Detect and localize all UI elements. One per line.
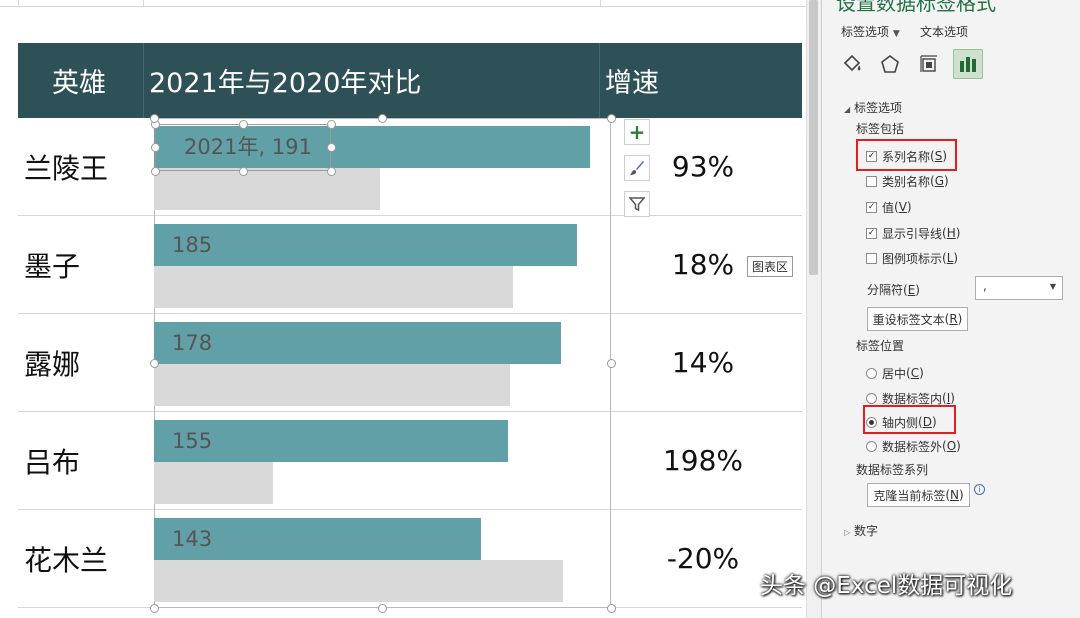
chart-filters-button[interactable] <box>624 191 650 217</box>
bar-2020[interactable] <box>154 560 563 602</box>
label-position-heading: 标签位置 <box>856 339 905 353</box>
table-header: 英雄 2021年与2020年对比 增速 <box>18 43 802 118</box>
hero-name: 墨子 <box>24 249 81 283</box>
vertical-scrollbar[interactable] <box>806 0 821 618</box>
checkbox-box[interactable]: ✓ <box>866 227 877 239</box>
data-label[interactable]: 178 <box>172 322 212 364</box>
bar-chart-icon <box>960 57 976 72</box>
label-resize-handle[interactable] <box>151 143 160 152</box>
header-compare: 2021年与2020年对比 <box>149 68 422 99</box>
data-label[interactable]: 155 <box>172 420 212 462</box>
chart-styles-button[interactable] <box>624 155 650 181</box>
pentagon-icon <box>881 55 899 73</box>
dropdown-arrow-icon: ▼ <box>1049 282 1056 291</box>
triangle-right-icon: ▷ <box>844 528 851 537</box>
data-label[interactable]: 143 <box>172 518 212 560</box>
label-contains-heading: 标签包括 <box>856 122 905 136</box>
dropdown-arrow-icon: ▼ <box>892 29 900 39</box>
clone-label-button[interactable]: 克隆当前标签(N) <box>867 483 970 507</box>
chart-area-tooltip: 图表区 <box>747 256 794 277</box>
effects-button[interactable] <box>875 49 905 79</box>
filter-icon <box>629 197 645 212</box>
header-growth: 增速 <box>605 68 659 99</box>
triangle-down-icon: ◢ <box>844 105 851 114</box>
hero-name: 露娜 <box>24 347 81 381</box>
checkbox-box[interactable] <box>866 175 877 187</box>
section-label-options[interactable]: ◢ 标签选项 <box>844 99 902 116</box>
bar-2020[interactable] <box>154 266 513 308</box>
radio-circle[interactable] <box>866 392 877 404</box>
checkbox-category-name[interactable]: 类别名称(G) <box>866 172 949 190</box>
radio-outside-end[interactable]: 数据标签外(O) <box>866 437 961 455</box>
tab-text-options[interactable]: 文本选项 <box>920 23 968 40</box>
fill-line-button[interactable] <box>837 49 867 79</box>
checkbox-box[interactable]: ✓ <box>866 201 877 213</box>
checkbox-value[interactable]: ✓ 值(V) <box>866 198 912 216</box>
brush-icon <box>630 161 644 175</box>
spreadsheet-area: 英雄 2021年与2020年对比 增速 兰陵王 93% 墨子 18% 露娜 14… <box>0 0 806 618</box>
plus-icon: + <box>628 120 646 144</box>
bar-2020[interactable] <box>154 364 510 406</box>
chart-elements-button[interactable]: + <box>624 119 650 145</box>
growth-value: 14% <box>671 346 735 379</box>
bar-2021[interactable] <box>154 224 577 266</box>
format-data-labels-pane: 设置数据标签格式 标签选项 ▼ 文本选项 ◢ 标签选项 标签包括 ✓ 系列名称(S… <box>821 0 1080 618</box>
plot-resize-handle[interactable] <box>378 114 387 123</box>
highlight-inside-base <box>863 405 956 434</box>
radio-circle[interactable] <box>866 367 877 379</box>
separator-select[interactable]: , ▼ <box>975 276 1063 300</box>
bar-2020[interactable] <box>154 168 380 210</box>
plot-resize-handle[interactable] <box>150 359 159 368</box>
plot-resize-handle[interactable] <box>607 359 616 368</box>
header-divider <box>143 43 144 118</box>
reset-label-text-button[interactable]: 重设标签文本(R) <box>867 307 968 331</box>
hero-name: 花木兰 <box>24 543 109 577</box>
growth-value: 198% <box>662 444 744 477</box>
selected-label-frame <box>155 124 331 171</box>
chart-plot-area[interactable]: 2021年, 191 185 178 155 143 <box>150 114 616 613</box>
radio-center[interactable]: 居中(C) <box>866 364 924 382</box>
pane-title: 设置数据标签格式 <box>836 0 996 15</box>
data-label[interactable]: 185 <box>172 224 212 266</box>
label-resize-handle[interactable] <box>151 167 160 176</box>
label-resize-handle[interactable] <box>327 120 336 129</box>
header-divider <box>599 43 600 118</box>
checkbox-box[interactable] <box>866 252 877 264</box>
paint-bucket-icon <box>843 54 861 72</box>
header-hero: 英雄 <box>52 68 106 99</box>
label-resize-handle[interactable] <box>327 143 336 152</box>
plot-resize-handle[interactable] <box>150 604 159 613</box>
section-number[interactable]: ▷ 数字 <box>844 522 878 539</box>
checkbox-leader-lines[interactable]: ✓ 显示引导线(H) <box>866 224 960 242</box>
grid-top-row <box>0 0 806 7</box>
scrollbar-thumb[interactable] <box>809 0 818 275</box>
watermark: 头条 @Excel数据可视化 <box>760 573 1013 599</box>
bar-2021[interactable] <box>154 322 561 364</box>
label-series-heading: 数据标签系列 <box>856 463 929 477</box>
tab-label-options[interactable]: 标签选项 ▼ <box>841 23 900 40</box>
separator-label: 分隔符(E) <box>867 283 920 297</box>
label-options-button[interactable] <box>953 49 983 79</box>
info-icon: i <box>974 484 985 495</box>
label-resize-handle[interactable] <box>239 167 248 176</box>
radio-circle[interactable] <box>866 440 877 452</box>
plot-resize-handle[interactable] <box>607 114 616 123</box>
highlight-series-name <box>856 139 957 171</box>
pane-icon-bar <box>837 49 997 83</box>
hero-name: 吕布 <box>24 445 81 479</box>
label-resize-handle[interactable] <box>239 120 248 129</box>
checkbox-legend-key[interactable]: 图例项标示(L) <box>866 249 958 267</box>
plot-resize-handle[interactable] <box>150 114 159 123</box>
size-properties-icon <box>920 55 937 72</box>
bar-2020[interactable] <box>154 462 273 504</box>
label-resize-handle[interactable] <box>327 167 336 176</box>
plot-resize-handle[interactable] <box>607 604 616 613</box>
hero-name: 兰陵王 <box>24 151 109 185</box>
size-properties-button[interactable] <box>914 49 944 79</box>
plot-resize-handle[interactable] <box>378 604 387 613</box>
